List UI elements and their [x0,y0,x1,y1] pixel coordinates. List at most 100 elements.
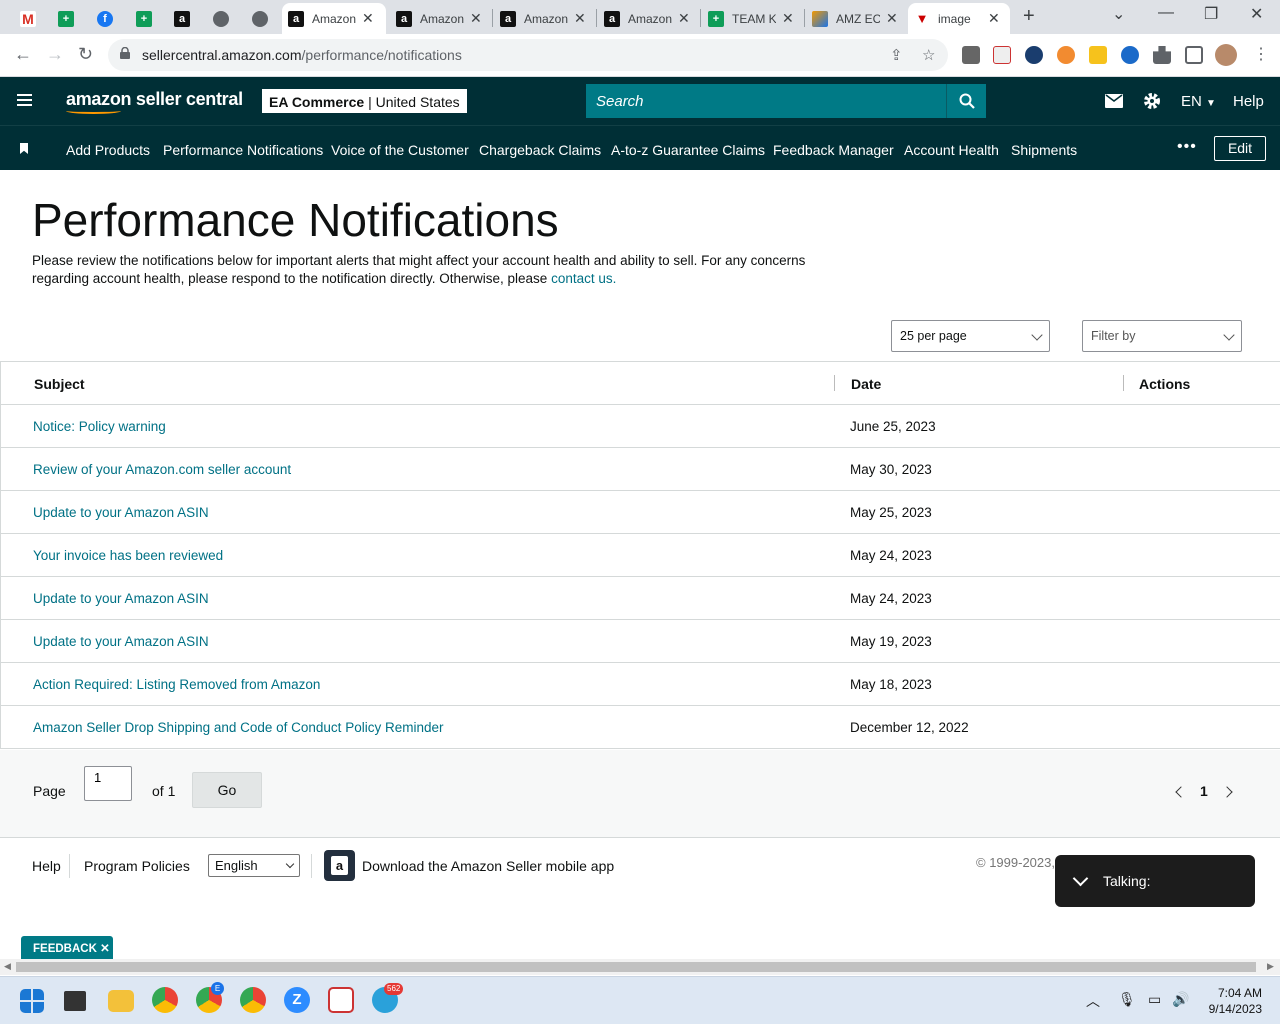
settings-gear-icon[interactable] [1143,92,1161,110]
hamburger-menu-icon[interactable] [17,94,32,106]
scroll-right-icon[interactable]: ▶ [1267,961,1274,972]
nav-account-health[interactable]: Account Health [904,142,999,158]
search-button[interactable] [946,84,986,118]
close-tab-icon[interactable]: ✕ [988,10,1000,27]
side-panel-icon[interactable] [1185,46,1203,64]
tab-amazon-3[interactable]: a Amazon ✕ [494,3,594,34]
close-window-icon[interactable]: ✕ [1250,4,1263,24]
nav-chargeback-claims[interactable]: Chargeback Claims [479,142,601,158]
extension-off-icon[interactable] [962,46,980,64]
edit-button[interactable]: Edit [1214,136,1266,161]
close-tab-icon[interactable]: ✕ [470,10,482,27]
chevron-down-icon[interactable] [1072,870,1089,887]
help-link[interactable]: Help [1233,93,1264,110]
nav-feedback-manager[interactable]: Feedback Manager [773,142,894,158]
volume-icon[interactable]: 🔊 [1172,991,1189,1008]
previous-page-icon[interactable] [1175,786,1187,798]
file-explorer-icon[interactable] [108,990,134,1012]
nav-a-to-z-claims[interactable]: A-to-z Guarantee Claims [611,142,765,158]
minimize-icon[interactable]: — [1158,4,1174,22]
task-view-icon[interactable] [64,991,86,1011]
column-date[interactable]: Date [851,376,881,392]
notification-link[interactable]: Update to your Amazon ASIN [33,634,209,649]
tab-facebook[interactable]: f [91,3,119,34]
notification-link[interactable]: Your invoice has been reviewed [33,548,223,563]
close-tab-icon[interactable]: ✕ [574,10,586,27]
extension-icon[interactable] [1025,46,1043,64]
column-subject[interactable]: Subject [34,376,85,392]
tab-globe-2[interactable] [246,3,274,34]
extension-icon[interactable] [1089,46,1107,64]
current-page[interactable]: 1 [1200,783,1208,799]
share-icon[interactable]: ⇪ [890,46,903,64]
go-button[interactable]: Go [192,772,262,808]
talking-overlay[interactable]: Talking: [1055,855,1255,907]
nav-voice-of-customer[interactable]: Voice of the Customer [331,142,469,158]
browser-menu-icon[interactable]: ⋮ [1253,44,1269,64]
more-icon[interactable]: ••• [1177,138,1197,156]
scrollbar-thumb[interactable] [16,962,1256,972]
seller-central-logo[interactable]: amazon seller central [66,89,243,110]
close-tab-icon[interactable]: ✕ [782,10,794,27]
extensions-puzzle-icon[interactable] [1153,46,1171,64]
page-number-input[interactable] [84,766,132,801]
snipping-tool-icon[interactable] [328,987,354,1013]
bookmark-star-icon[interactable]: ☆ [922,46,935,64]
windows-start-icon[interactable] [20,989,44,1013]
chrome-icon[interactable] [152,987,178,1013]
tab-amazon-active[interactable]: a Amazon ✕ [282,3,386,34]
tab-search-icon[interactable]: ⌄ [1112,4,1125,24]
nav-shipments[interactable]: Shipments [1011,142,1077,158]
footer-language-select[interactable]: English [208,854,300,877]
tab-team-k[interactable]: + TEAM K ✕ [702,3,802,34]
per-page-select[interactable]: 25 per page [891,320,1050,352]
profile-avatar[interactable] [1215,44,1237,66]
tab-globe-1[interactable] [207,3,235,34]
chrome-icon[interactable] [240,987,266,1013]
restore-icon[interactable]: ❐ [1204,4,1218,24]
nav-add-products[interactable]: Add Products [66,142,150,158]
chrome-profile-icon[interactable]: E [196,982,224,1013]
notification-link[interactable]: Notice: Policy warning [33,419,166,434]
taskbar-clock[interactable]: 7:04 AM 9/14/2023 [1200,985,1262,1017]
next-page-icon[interactable] [1221,786,1233,798]
footer-help-link[interactable]: Help [32,858,61,874]
zoom-icon[interactable]: Z [284,987,310,1013]
notification-link[interactable]: Review of your Amazon.com seller account [33,462,291,477]
language-selector[interactable]: EN ▼ [1181,93,1216,110]
extension-icon[interactable] [1057,46,1075,64]
reload-icon[interactable]: ↻ [78,44,93,65]
telegram-icon[interactable]: 562 [372,983,404,1013]
program-policies-link[interactable]: Program Policies [84,858,190,874]
tab-amazon-4[interactable]: a Amazon ✕ [598,3,698,34]
contact-us-link[interactable]: contact us. [551,271,616,286]
horizontal-scrollbar[interactable]: ◀ ▶ [0,959,1280,975]
tab-sheets[interactable]: + [52,3,80,34]
store-switcher[interactable]: EA Commerce | United States [262,89,467,113]
close-tab-icon[interactable]: ✕ [886,10,898,27]
nav-performance-notifications[interactable]: Performance Notifications [163,142,323,158]
tab-amazon-1[interactable]: a [168,3,196,34]
tab-amz-ec[interactable]: AMZ EC ✕ [806,3,906,34]
tab-image[interactable]: ▼ image ✕ [908,3,1010,34]
tray-chevron-up-icon[interactable]: ︿ [1086,991,1100,1011]
extension-icon[interactable] [1121,46,1139,64]
forward-icon[interactable]: → [46,44,64,65]
mail-icon[interactable] [1105,94,1123,108]
close-icon[interactable]: ✕ [100,943,110,955]
new-tab-icon[interactable]: + [1023,5,1035,28]
download-app-link[interactable]: Download the Amazon Seller mobile app [362,858,614,874]
notification-link[interactable]: Amazon Seller Drop Shipping and Code of … [33,720,443,735]
close-tab-icon[interactable]: ✕ [678,10,690,27]
microphone-icon[interactable]: 🎙 [1118,991,1136,1008]
extension-icon[interactable] [993,46,1011,64]
network-icon[interactable]: ▭ [1148,991,1161,1008]
close-tab-icon[interactable]: ✕ [362,10,374,27]
notification-link[interactable]: Action Required: Listing Removed from Am… [33,677,320,692]
scroll-left-icon[interactable]: ◀ [4,961,11,972]
notification-link[interactable]: Update to your Amazon ASIN [33,505,209,520]
tab-amazon-2[interactable]: a Amazon ✕ [390,3,490,34]
tab-sheets-2[interactable]: + [130,3,158,34]
feedback-tab[interactable]: FEEDBACK ✕ [21,936,113,959]
filter-select[interactable]: Filter by [1082,320,1242,352]
